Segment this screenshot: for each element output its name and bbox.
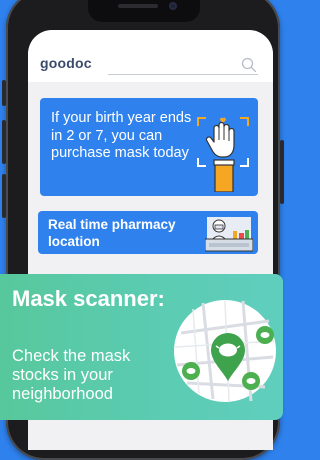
- phone-side-button: [2, 80, 6, 106]
- mask-scanner-subtitle: Check the mask stocks in your neighborho…: [12, 347, 131, 403]
- phone-notch: [88, 0, 200, 22]
- phone-speaker: [118, 4, 158, 8]
- raised-hand-icon: [197, 117, 249, 192]
- pharmacy-card-text: Real time pharmacy location: [48, 217, 176, 249]
- app-header: goodoc: [28, 30, 273, 82]
- birth-year-card-text: If your birth year ends in 2 or 7, you c…: [51, 110, 192, 161]
- birth-year-mask-card[interactable]: If your birth year ends in 2 or 7, you c…: [40, 98, 258, 196]
- front-camera: [169, 2, 177, 10]
- pharmacy-location-card[interactable]: Real time pharmacy location: [38, 211, 258, 254]
- app-logo[interactable]: goodoc: [40, 55, 92, 71]
- phone-volume-up-button: [2, 120, 6, 164]
- search-input[interactable]: [108, 74, 258, 75]
- search-icon[interactable]: [241, 57, 257, 73]
- phone-power-button: [280, 140, 284, 204]
- pharmacist-counter-icon: [205, 217, 253, 252]
- map-mask-pins-icon: [174, 300, 276, 402]
- mask-scanner-banner[interactable]: Mask scanner: Check the mask stocks in y…: [0, 274, 283, 420]
- mask-scanner-title: Mask scanner:: [12, 286, 165, 311]
- phone-volume-down-button: [2, 174, 6, 218]
